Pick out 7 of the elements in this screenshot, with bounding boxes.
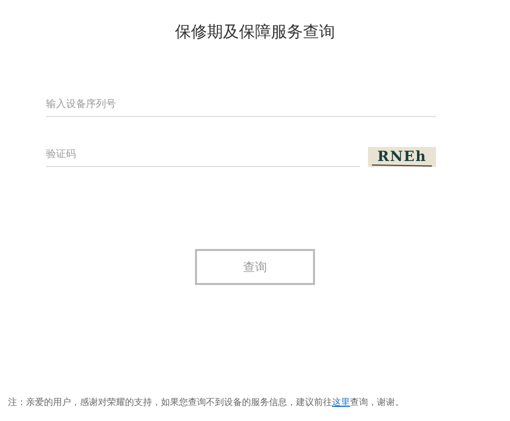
captcha-image[interactable]: RNEh: [368, 147, 436, 167]
captcha-field[interactable]: 验证码: [46, 143, 360, 167]
serial-number-field[interactable]: 输入设备序列号: [46, 93, 436, 117]
page-title: 保修期及保障服务查询: [175, 22, 335, 43]
query-button[interactable]: 查询: [195, 249, 315, 285]
note-text: 注：亲爱的用户，感谢对荣耀的支持，如果您查询不到设备的服务信息，建议前往这里查询，谢谢。: [8, 396, 405, 409]
here-link[interactable]: 这里: [332, 398, 350, 408]
